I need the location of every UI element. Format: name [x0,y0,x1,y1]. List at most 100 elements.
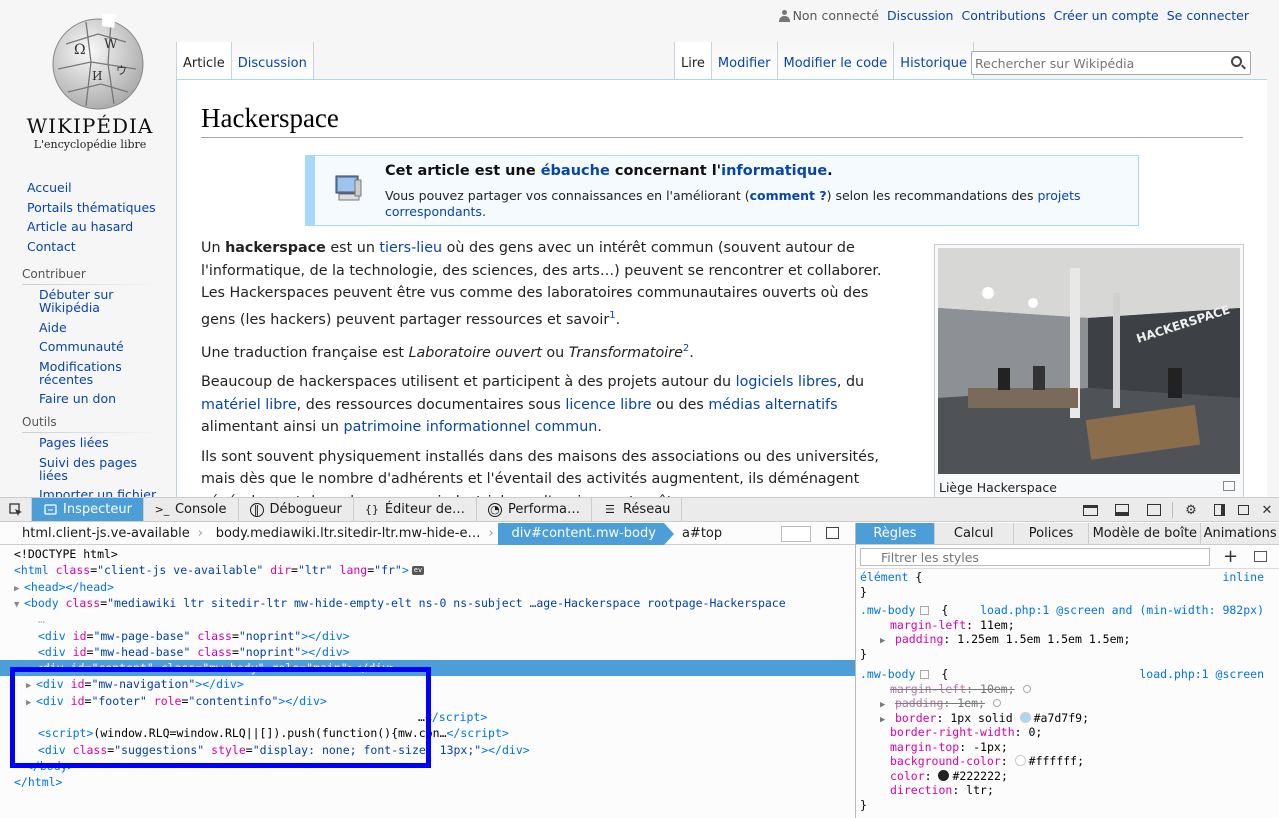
css-value[interactable]: 11em [980,618,1008,632]
color-swatch[interactable] [1014,755,1026,766]
color-swatch[interactable] [1019,711,1031,723]
add-rule-button[interactable]: + [1223,546,1238,567]
personal-link-login[interactable]: Se connecter [1167,8,1249,23]
markup-line-body-close[interactable]: </body> [0,758,855,774]
rule-2-prop-background-color[interactable]: background-color: #ffffff; [856,754,1279,769]
css-value[interactable]: #ffffff [1029,754,1077,768]
css-value[interactable]: #222222 [952,769,1000,783]
enlarge-icon[interactable] [1223,481,1235,491]
markup-line-mw-page-base[interactable]: <div id="mw-page-base" class="noprint"><… [0,628,855,644]
rule-source[interactable]: inline [1222,570,1264,585]
rule-2-prop-direction[interactable]: direction: ltr; [856,783,1279,798]
search-input[interactable] [972,52,1222,74]
tab-article[interactable]: Article [176,42,231,79]
screenshot-button[interactable] [1138,498,1170,522]
rule-2-prop-color[interactable]: color: #222222; [856,769,1279,784]
css-value[interactable]: ltr [966,783,987,797]
css-property[interactable]: color [890,769,925,783]
toggle-sidebar-icon[interactable] [826,527,839,539]
tab-lire[interactable]: Lire [674,42,711,79]
tab-discussion[interactable]: Discussion [230,42,314,79]
color-swatch[interactable] [938,769,950,781]
hackerspace-photo[interactable]: HACKERSPACE [938,248,1240,474]
markup-line-html[interactable]: <html class="client-js ve-available" dir… [0,562,855,578]
sidebar-item-portails[interactable]: Portails thématiques [0,198,176,218]
sidebar-item-faire-un-don[interactable]: Faire un don [39,392,176,405]
css-value[interactable]: -1px [973,740,1001,754]
element-picker-button[interactable] [0,498,32,521]
markup-line-content-selected[interactable]: ▶ <div id="content" class="mw-body" role=… [0,660,855,677]
rule-source[interactable]: load.php:1 @screen and (min-width: 982px… [980,603,1264,618]
css-property[interactable]: padding [895,632,943,646]
sidebar-item-aide[interactable]: Aide [39,321,176,334]
css-property[interactable]: padding [895,696,943,710]
tab-console[interactable]: >_ Console [144,498,239,521]
sidebar-item-pages-liees[interactable]: Pages liées [39,436,176,449]
stub-link-informatique[interactable]: informatique [721,163,827,179]
personal-link-contributions[interactable]: Contributions [961,8,1045,23]
link-licence-libre[interactable]: licence libre [565,397,651,413]
markup-line-footer[interactable]: ▶ <div id="footer" role="contentinfo"></d… [0,693,855,709]
sidebar-item-contact[interactable]: Contact [0,237,176,257]
tab-performances[interactable]: ◔ Performa… [477,498,592,521]
css-property[interactable]: border [895,711,937,725]
rule-source[interactable]: load.php:1 @screen [1139,667,1264,682]
close-devtools-button[interactable]: ✕ [1255,498,1279,522]
rule-1-prop-margin-left[interactable]: margin-left: 11em; [856,618,1279,633]
css-value[interactable]: 0 [1028,725,1035,739]
overridden-search-icon[interactable] [992,699,1001,707]
markup-search-button[interactable] [781,526,811,542]
reference-2[interactable]: 2 [683,343,689,354]
breadcrumb-body[interactable]: body.mediawiki.ltr.sitedir-ltr.mw-hide-e… [208,523,489,545]
tab-regles[interactable]: Règles [856,523,935,544]
tab-reseau[interactable]: ☰ Réseau [592,498,683,521]
tab-calcul[interactable]: Calcul [935,523,1014,544]
search-icon[interactable] [1231,56,1242,67]
responsive-mode-button[interactable] [1074,498,1106,522]
sidebar-item-importer-fichier[interactable]: Importer un fichier [39,488,176,497]
tab-inspecteur[interactable]: Inspecteur [32,498,144,521]
overridden-search-icon[interactable] [1022,684,1031,693]
css-property[interactable]: margin-top [890,740,959,754]
filter-styles-input[interactable] [860,548,1210,566]
tab-polices[interactable]: Polices [1014,523,1090,544]
tab-modifier[interactable]: Modifier [710,42,777,79]
personal-link-discussion[interactable]: Discussion [887,8,953,23]
rule-2-prop-margin-left-overridden[interactable]: margin-left: 10em; [856,682,1279,697]
toggle-pseudo-classes-icon[interactable] [1254,551,1267,562]
tab-animations[interactable]: Animations [1201,523,1279,544]
tab-historique[interactable]: Historique [893,42,974,79]
css-value[interactable]: #a7d7f9 [1034,711,1082,725]
tab-editeur-de-style[interactable]: {} Éditeur de… [354,498,477,521]
rule-2-prop-margin-top[interactable]: margin-top: -1px; [856,740,1279,755]
rule-2-header[interactable]: .mw-body {load.php:1 @screen [856,667,1279,682]
link-medias-alternatifs[interactable]: médias alternatifs [708,397,837,413]
link-tiers-lieu[interactable]: tiers-lieu [379,240,442,256]
css-value[interactable]: 1.25em 1.5em 1.5em 1.5em [957,632,1123,646]
rule-2-prop-border[interactable]: ▶ border: 1px solid #a7d7f9; [856,711,1279,726]
selector-highlight-icon[interactable] [920,670,930,679]
css-value[interactable]: 10em [980,682,1008,696]
breadcrumb-html[interactable]: html.client-js.ve-available [0,523,198,545]
sidebar-item-communaute[interactable]: Communauté [39,340,176,353]
wikipedia-logo[interactable]: Ω W И ウ Wikipédia L'encyclopédie libre [10,0,170,160]
css-property[interactable]: border-right-width [890,725,1015,739]
event-badge[interactable]: ev [411,566,425,576]
link-patrimoine[interactable]: patrimoine informationnel commun [344,419,598,435]
tab-modele-de-boite[interactable]: Modèle de boîte [1089,523,1202,544]
sidebar-heading-outils[interactable]: Outils [0,414,176,433]
reference-1[interactable]: 1 [609,310,615,321]
breadcrumb-a-top[interactable]: a#top [664,523,730,545]
selector-highlight-icon[interactable] [920,606,930,615]
sidebar-item-article-au-hasard[interactable]: Article au hasard [0,217,176,237]
css-property[interactable]: margin-left [890,618,966,632]
sidebar-item-suivi-pages-liees[interactable]: Suivi des pages liées [39,456,144,482]
css-value[interactable]: 1px solid [950,711,1012,725]
markup-line-mw-head-base[interactable]: <div id="mw-head-base" class="noprint"><… [0,644,855,660]
rule-element-header[interactable]: élément {inline [856,570,1279,585]
sidebar-item-modifications-recentes[interactable]: Modifications récentes [39,360,139,386]
css-property[interactable]: direction [890,783,952,797]
css-property[interactable]: margin-left [890,682,966,696]
markup-line-script-1[interactable]: …</script> [0,709,855,725]
dock-side-button[interactable] [1207,498,1231,522]
